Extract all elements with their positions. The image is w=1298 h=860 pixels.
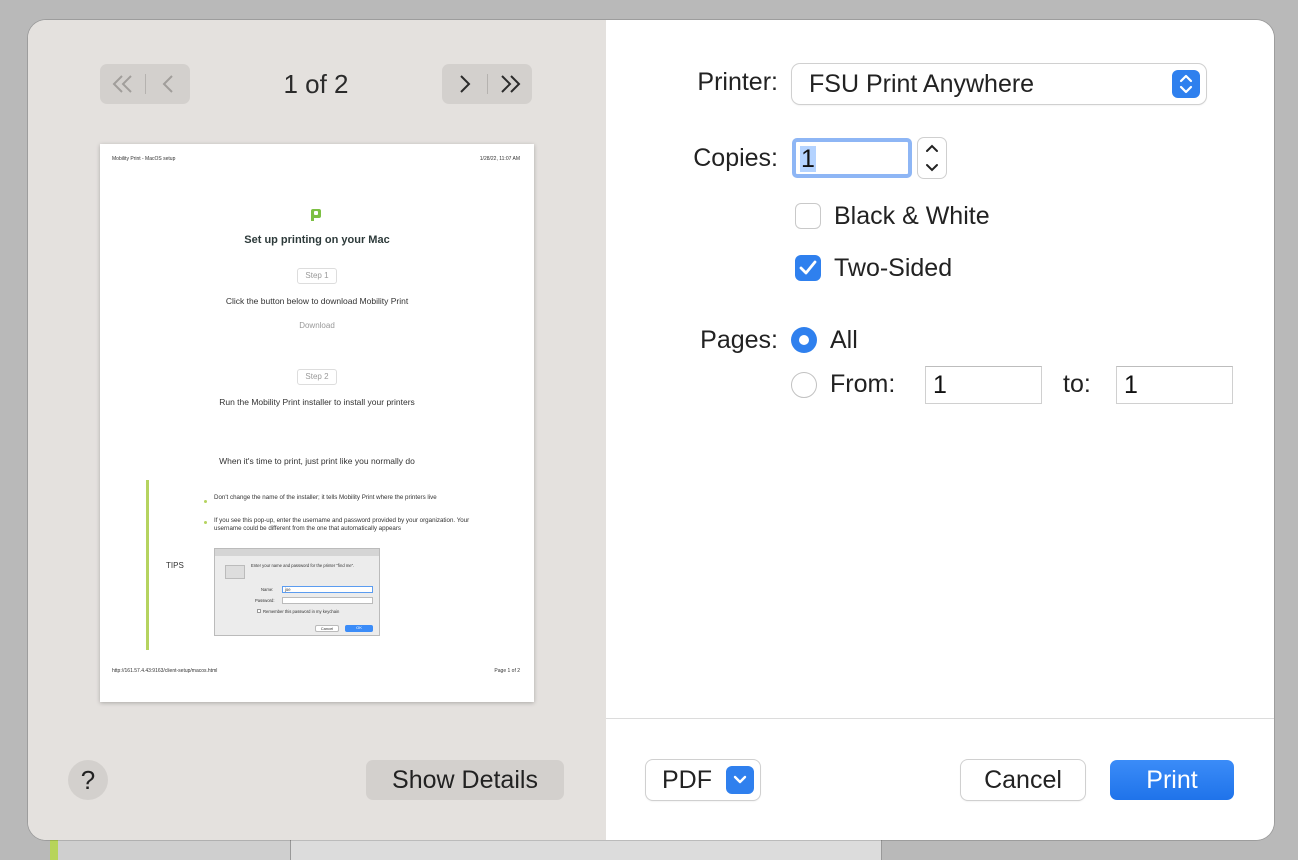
- printer-select[interactable]: FSU Print Anywhere: [792, 64, 1206, 104]
- page-indicator: 1 of 2: [283, 69, 349, 99]
- chevron-down-icon: [726, 766, 754, 794]
- checkmark-icon: [799, 260, 817, 275]
- pages-all-radio[interactable]: [791, 327, 817, 353]
- previous-page-button[interactable]: [145, 64, 190, 104]
- last-page-button[interactable]: [487, 64, 532, 104]
- preview-step1-text: Click the button below to download Mobil…: [225, 296, 409, 306]
- preview-title: Set up printing on your Mac: [244, 234, 390, 246]
- copies-decrement[interactable]: [918, 158, 946, 178]
- tip-bullet: [204, 500, 207, 503]
- footer-divider: [606, 718, 1274, 719]
- preview-step2-text: Run the Mobility Print installer to inst…: [219, 397, 415, 407]
- printer-label: Printer:: [697, 68, 778, 96]
- preview-step1-badge: Step 1: [297, 268, 337, 284]
- chevron-up-icon: [926, 144, 938, 152]
- pages-from-input[interactable]: 1: [925, 366, 1042, 404]
- background-panel: [290, 840, 882, 860]
- preview-download-link: Download: [299, 321, 335, 330]
- print-dialog: 1 of 2 Mobility Print - MacOS setup 1/28…: [28, 20, 1274, 840]
- popup-prompt: Enter your name and password for the pri…: [251, 563, 355, 568]
- preview-footer-right: Page 1 of 2: [494, 668, 520, 674]
- pages-to-label: to:: [1063, 370, 1091, 398]
- chevron-left-icon: [162, 75, 173, 93]
- copies-increment[interactable]: [918, 138, 946, 158]
- preview-print-text: When it's time to print, just print like…: [219, 456, 415, 466]
- popup-ok-button: OK: [345, 625, 373, 632]
- popup-name-label: Name:: [261, 587, 274, 592]
- preview-header-right: 1/28/22, 11:07 AM: [479, 156, 520, 162]
- copies-label: Copies:: [693, 144, 778, 172]
- pages-to-input[interactable]: 1: [1116, 366, 1233, 404]
- preview-tips-bar: [146, 480, 149, 650]
- page-nav-forward-group: [442, 64, 532, 104]
- preview-step2-badge: Step 2: [297, 369, 337, 385]
- up-down-arrows-icon: [1172, 70, 1200, 98]
- preview-tip-2: If you see this pop-up, enter the userna…: [214, 517, 470, 532]
- background-window: [50, 840, 882, 860]
- popup-password-field: [282, 597, 373, 604]
- preview-header-left: Mobility Print - MacOS setup: [112, 156, 176, 162]
- popup-password-label: Password:: [255, 598, 275, 603]
- preview-footer-left: http://161.57.4.43:9163/client-setup/mac…: [112, 668, 218, 674]
- radio-dot: [799, 335, 809, 345]
- pdf-menu-button[interactable]: PDF: [646, 760, 760, 800]
- chevron-down-icon: [926, 164, 938, 172]
- page-nav-back-group: [100, 64, 190, 104]
- pages-all-label: All: [830, 326, 858, 354]
- preview-tip-1: Don't change the name of the installer; …: [214, 494, 437, 501]
- copies-input[interactable]: 1: [792, 138, 912, 178]
- popup-name-field: joe: [282, 586, 373, 593]
- popup-cancel-button: Cancel: [315, 625, 339, 632]
- black-white-label: Black & White: [834, 202, 990, 230]
- background-accent-bar: [50, 840, 58, 860]
- two-sided-label: Two-Sided: [834, 254, 953, 282]
- pages-from-label: From:: [830, 370, 896, 398]
- double-chevron-right-icon: [500, 75, 520, 93]
- pdf-label: PDF: [662, 766, 712, 794]
- show-details-button[interactable]: Show Details: [366, 760, 564, 800]
- mobility-print-logo-icon: [311, 209, 321, 221]
- popup-name-value: joe: [285, 587, 291, 592]
- preview-tips-label: TIPS: [166, 561, 184, 570]
- preview-login-popup: Enter your name and password for the pri…: [214, 548, 380, 636]
- chevron-right-icon: [459, 75, 470, 93]
- popup-remember-checkbox: [257, 609, 261, 613]
- printer-icon: [225, 565, 245, 579]
- pages-label: Pages:: [700, 326, 778, 354]
- next-page-button[interactable]: [442, 64, 487, 104]
- popup-titlebar: [215, 549, 379, 556]
- printer-select-value: FSU Print Anywhere: [809, 70, 1035, 98]
- print-button[interactable]: Print: [1110, 760, 1234, 800]
- tip-bullet: [204, 521, 207, 524]
- double-chevron-left-icon: [112, 75, 132, 93]
- first-page-button[interactable]: [100, 64, 145, 104]
- help-button[interactable]: ?: [68, 760, 108, 800]
- pages-range-radio[interactable]: [791, 372, 817, 398]
- settings-panel: Printer: FSU Print Anywhere Copies: 1 Bl…: [606, 20, 1274, 840]
- page-preview: Mobility Print - MacOS setup 1/28/22, 11…: [100, 144, 534, 702]
- popup-remember-label: Remember this password in my keychain: [263, 609, 340, 614]
- preview-panel: 1 of 2 Mobility Print - MacOS setup 1/28…: [28, 20, 606, 840]
- copies-value: 1: [800, 145, 816, 173]
- copies-stepper[interactable]: [918, 138, 946, 178]
- two-sided-checkbox[interactable]: [795, 255, 821, 281]
- cancel-button[interactable]: Cancel: [961, 760, 1085, 800]
- black-white-checkbox[interactable]: [795, 203, 821, 229]
